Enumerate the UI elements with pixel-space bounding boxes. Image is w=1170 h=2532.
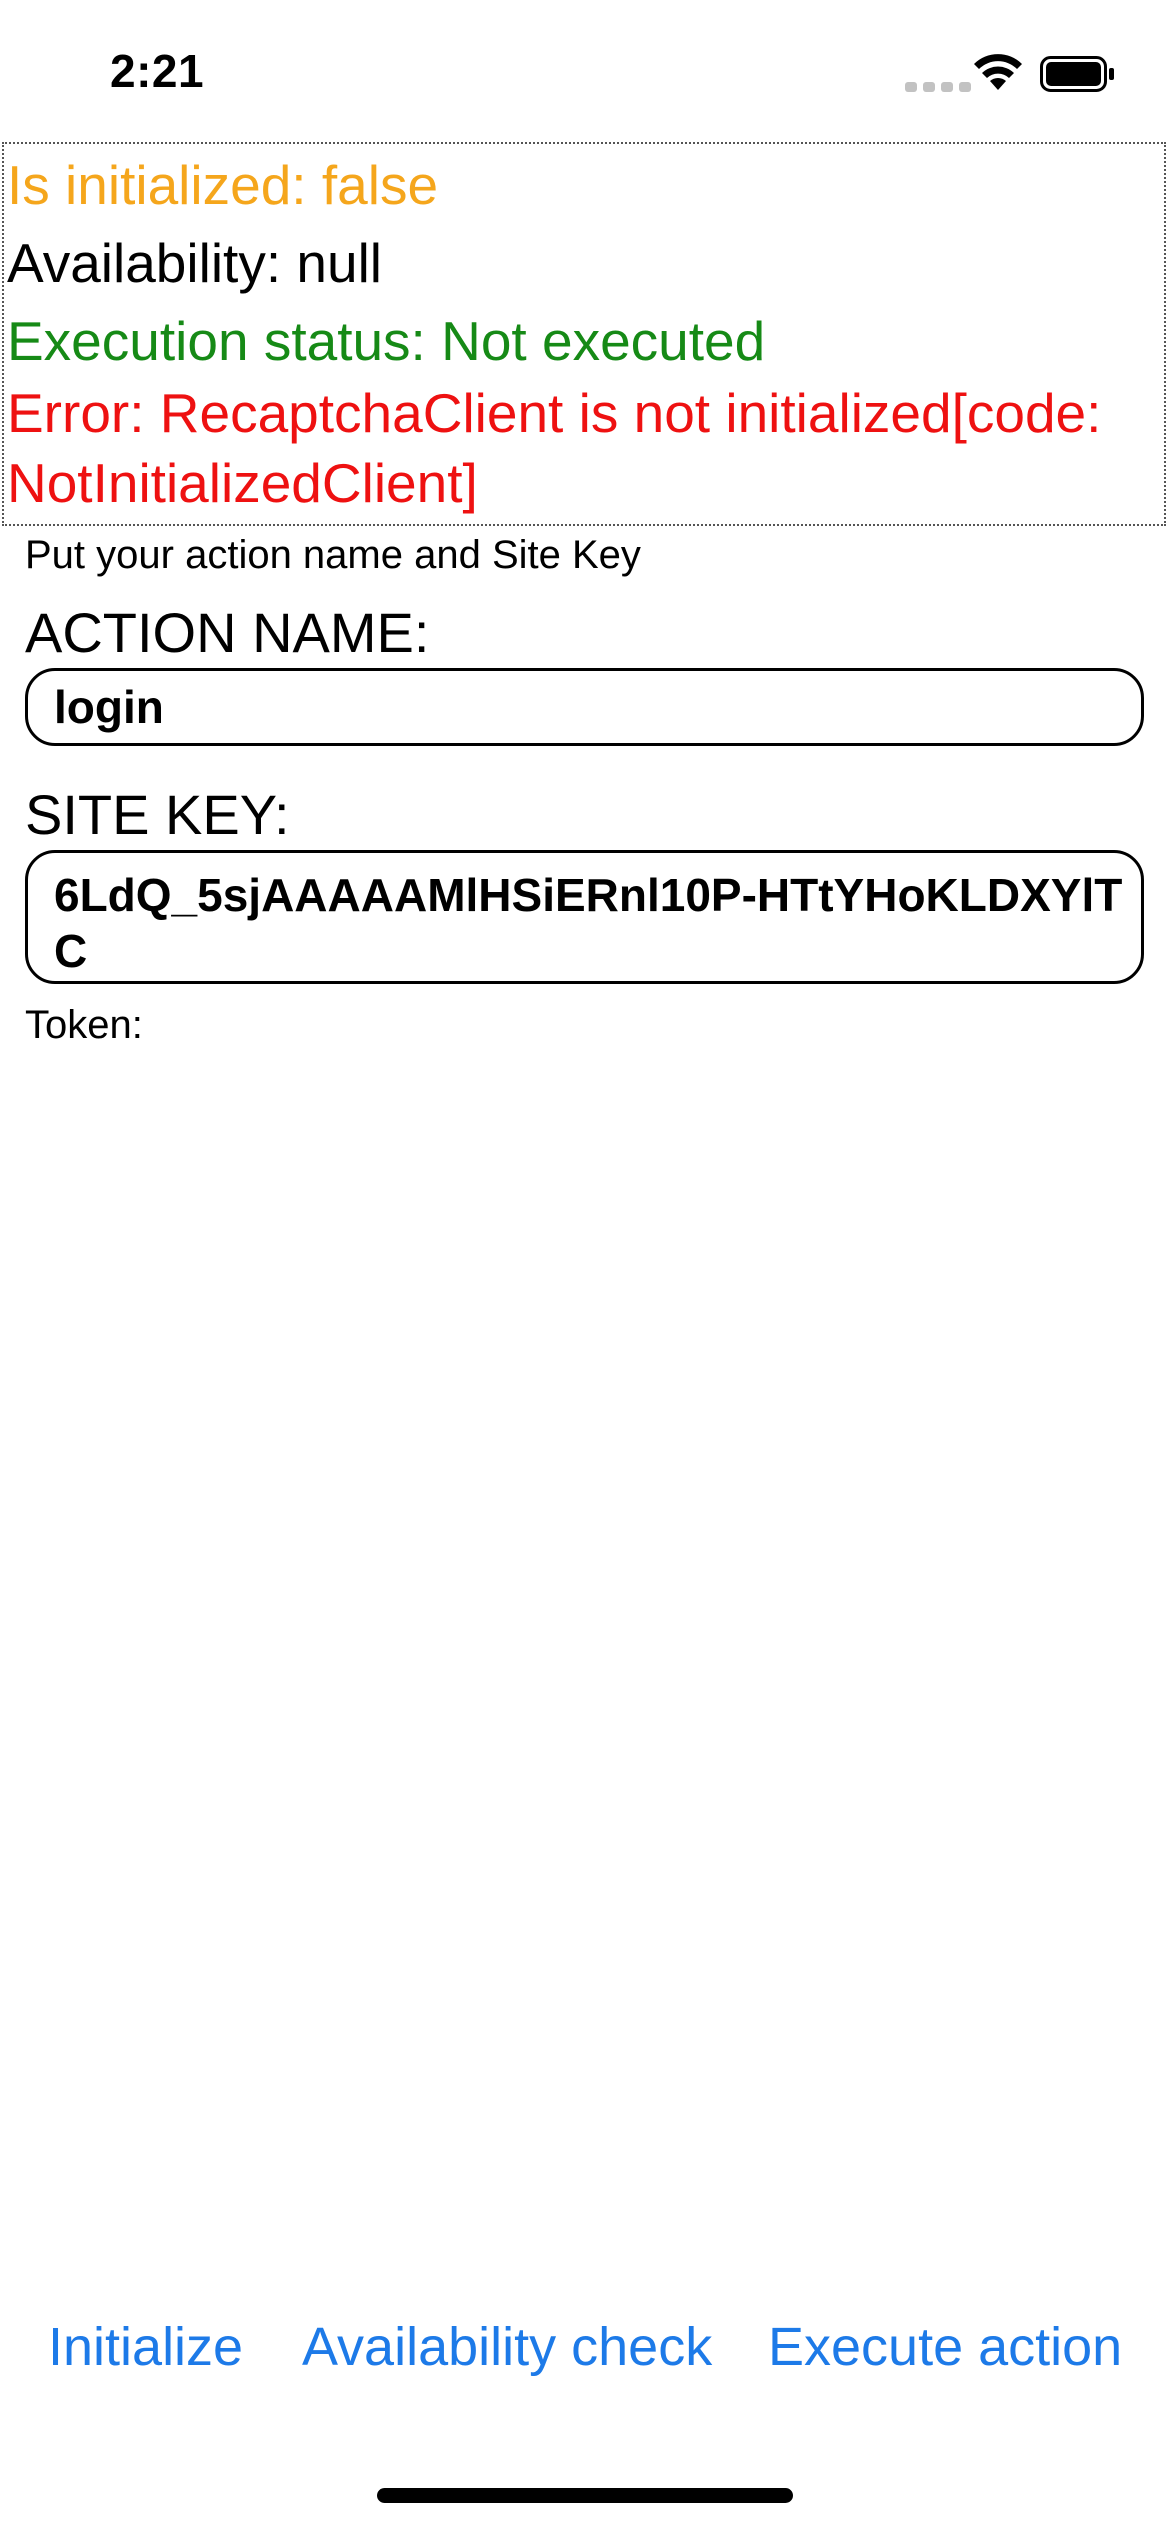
- site-key-label: SITE KEY:: [25, 783, 290, 846]
- home-indicator[interactable]: [377, 2488, 793, 2503]
- execute-action-button[interactable]: Execute action: [768, 2312, 1122, 2382]
- initialized-status-text: Is initialized: false: [7, 154, 439, 216]
- cellular-signal-icon: [905, 82, 971, 92]
- availability-status-text: Availability: null: [7, 232, 383, 294]
- status-bar: 2:21: [0, 0, 1170, 140]
- error-message-text: Error: RecaptchaClient is not initialize…: [7, 382, 1102, 514]
- form-hint: Put your action name and Site Key: [25, 533, 641, 577]
- battery-icon: [1040, 56, 1114, 92]
- token-label: Token:: [25, 1003, 143, 1047]
- availability-check-button[interactable]: Availability check: [302, 2312, 712, 2382]
- action-name-label: ACTION NAME:: [25, 601, 430, 664]
- site-key-input[interactable]: 6LdQ_5sjAAAAAMlHSiERnl10P-HTtYHoKLDXYlTC: [25, 850, 1144, 984]
- initialize-button[interactable]: Initialize: [48, 2312, 243, 2382]
- wifi-icon: [974, 54, 1022, 90]
- status-time: 2:21: [110, 45, 205, 97]
- execution-status-text: Execution status: Not executed: [7, 310, 766, 372]
- action-name-input[interactable]: login: [25, 668, 1144, 746]
- status-info-box: Is initialized: false Availability: null…: [2, 142, 1166, 526]
